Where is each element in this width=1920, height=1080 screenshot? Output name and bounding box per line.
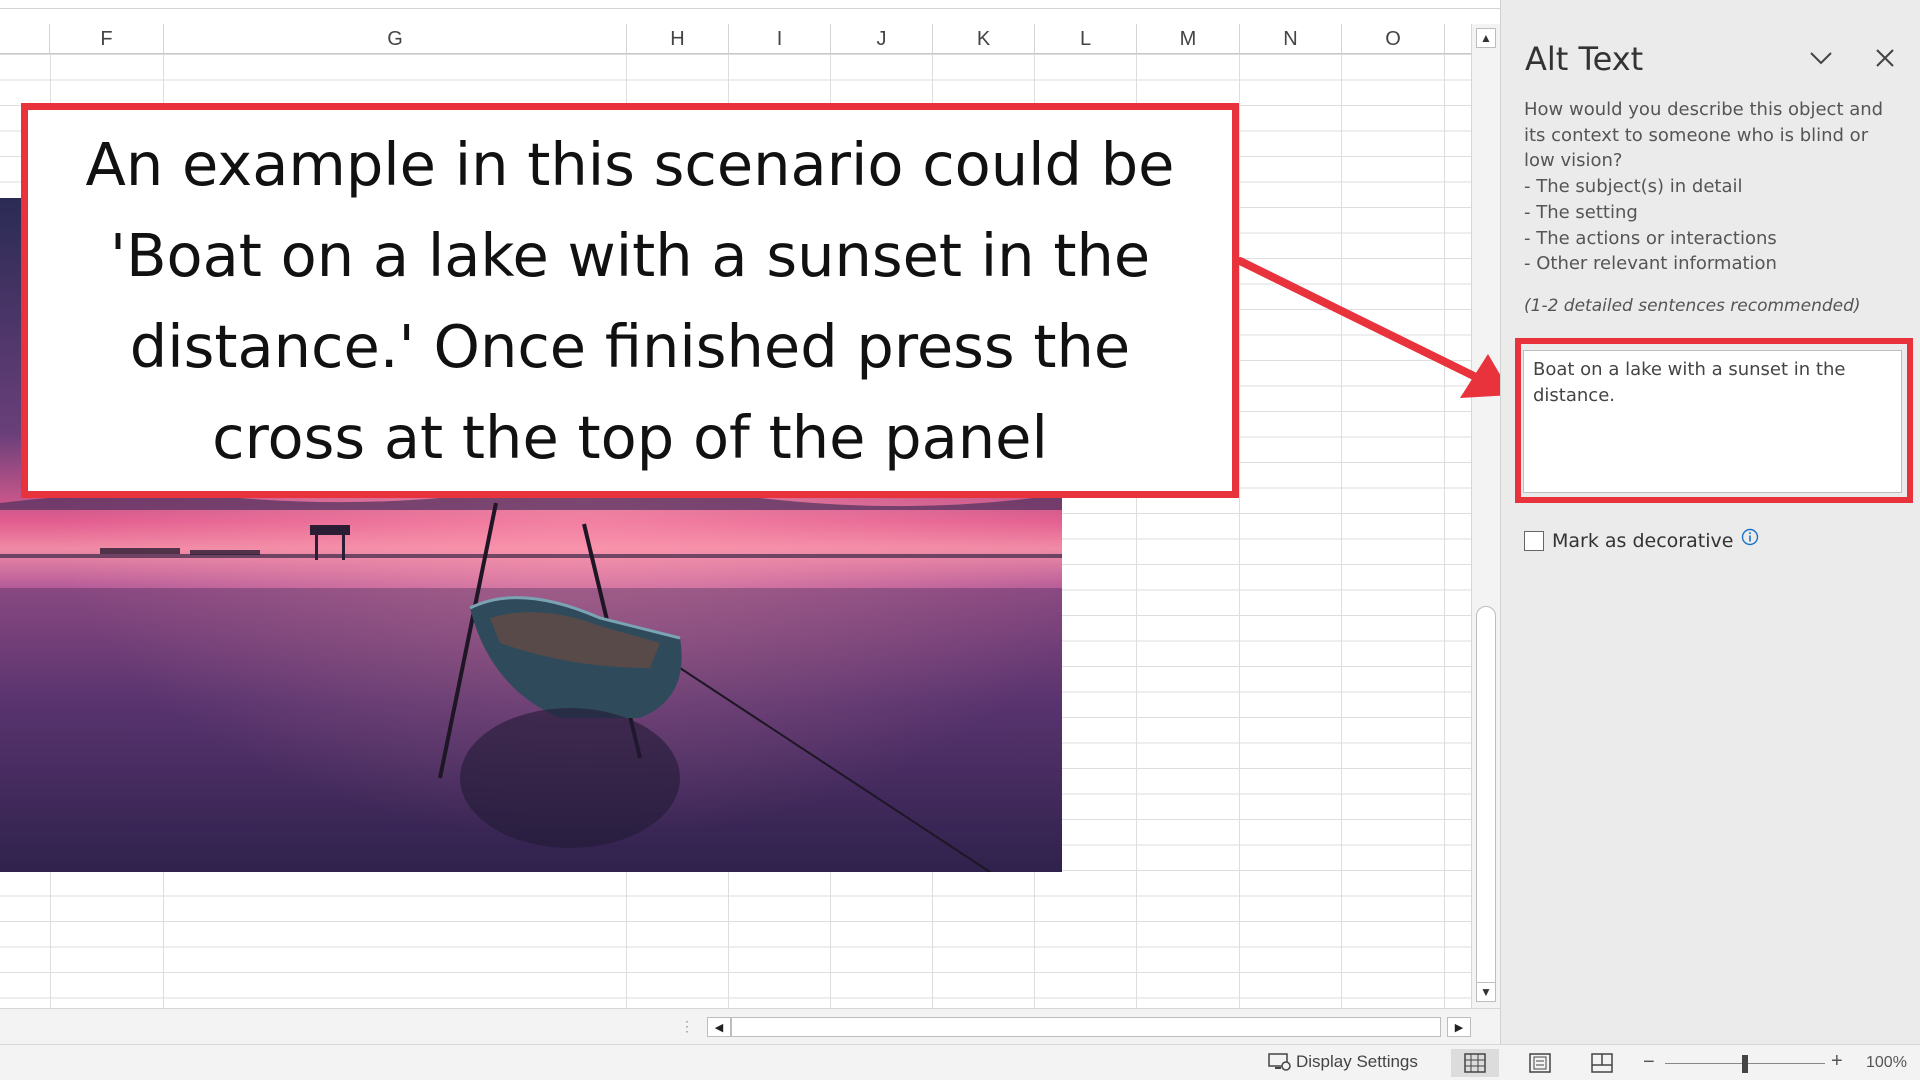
- column-header-m[interactable]: M: [1137, 24, 1240, 53]
- zoom-out-button[interactable]: −: [1643, 1051, 1655, 1074]
- vertical-scrollbar[interactable]: ▲ ▼: [1471, 24, 1500, 1008]
- display-settings-button[interactable]: Display Settings: [1268, 1052, 1418, 1072]
- sentence-hint: (1-2 detailed sentences recommended): [1524, 296, 1861, 316]
- description-line: - The subject(s) in detail: [1524, 176, 1743, 198]
- scroll-up-icon[interactable]: ▲: [1476, 28, 1496, 48]
- chevron-down-icon[interactable]: [1807, 48, 1835, 68]
- mark-decorative-label[interactable]: Mark as decorative: [1552, 530, 1733, 552]
- ribbon-divider: [0, 8, 1500, 9]
- display-settings-icon: [1268, 1053, 1291, 1071]
- column-header-n[interactable]: N: [1240, 24, 1342, 53]
- column-header-f[interactable]: F: [50, 24, 164, 53]
- column-header-k[interactable]: K: [933, 24, 1035, 53]
- column-header-row: F G H I J K L M N O: [0, 24, 1471, 54]
- gridline: [1444, 54, 1445, 1008]
- column-header-h[interactable]: H: [627, 24, 729, 53]
- page-layout-view-icon[interactable]: [1516, 1049, 1564, 1077]
- scroll-right-icon[interactable]: ▶: [1447, 1017, 1471, 1037]
- description-line: - The actions or interactions: [1524, 227, 1777, 249]
- status-bar: Display Settings − + 100%: [0, 1044, 1920, 1080]
- page-break-view-icon[interactable]: [1578, 1049, 1626, 1077]
- alt-text-input[interactable]: [1523, 350, 1902, 493]
- close-icon[interactable]: [1873, 46, 1897, 70]
- split-handle-icon[interactable]: ⋮: [680, 1018, 694, 1036]
- zoom-level[interactable]: 100%: [1866, 1054, 1907, 1072]
- column-header-partial[interactable]: [0, 24, 50, 53]
- column-header-g[interactable]: G: [164, 24, 627, 53]
- display-settings-label: Display Settings: [1296, 1052, 1418, 1071]
- callout-text: An example in this scenario could be 'Bo…: [85, 129, 1175, 472]
- gridline: [1239, 54, 1240, 1008]
- mark-decorative-row: Mark as decorative: [1524, 528, 1759, 552]
- column-header-j[interactable]: J: [831, 24, 933, 53]
- callout-arrow-icon: [1236, 257, 1512, 398]
- zoom-slider-thumb[interactable]: [1742, 1055, 1748, 1073]
- zoom-in-button[interactable]: +: [1831, 1050, 1843, 1073]
- vertical-scroll-thumb[interactable]: [1476, 606, 1496, 996]
- pane-title: Alt Text: [1525, 40, 1644, 78]
- scroll-down-icon[interactable]: ▼: [1476, 982, 1496, 1002]
- info-icon[interactable]: [1741, 528, 1759, 546]
- gridline: [1341, 54, 1342, 1008]
- description-line: - Other relevant information: [1524, 253, 1777, 275]
- column-header-l[interactable]: L: [1035, 24, 1137, 53]
- description-line: - The setting: [1524, 201, 1638, 223]
- description-line: How would you describe this object and i…: [1524, 99, 1889, 172]
- column-header-i[interactable]: I: [729, 24, 831, 53]
- horizontal-scroll-row: ⋮ ◀ ▶: [0, 1008, 1500, 1044]
- instruction-callout: An example in this scenario could be 'Bo…: [21, 103, 1239, 498]
- normal-view-icon[interactable]: [1451, 1049, 1499, 1077]
- scroll-left-icon[interactable]: ◀: [707, 1017, 731, 1037]
- horizontal-scroll-thumb[interactable]: [731, 1017, 1441, 1037]
- alt-text-pane: Alt Text How would you describe this obj…: [1500, 0, 1920, 1044]
- column-header-o[interactable]: O: [1342, 24, 1445, 53]
- pane-description: How would you describe this object and i…: [1524, 97, 1904, 277]
- mark-decorative-checkbox[interactable]: [1524, 531, 1544, 551]
